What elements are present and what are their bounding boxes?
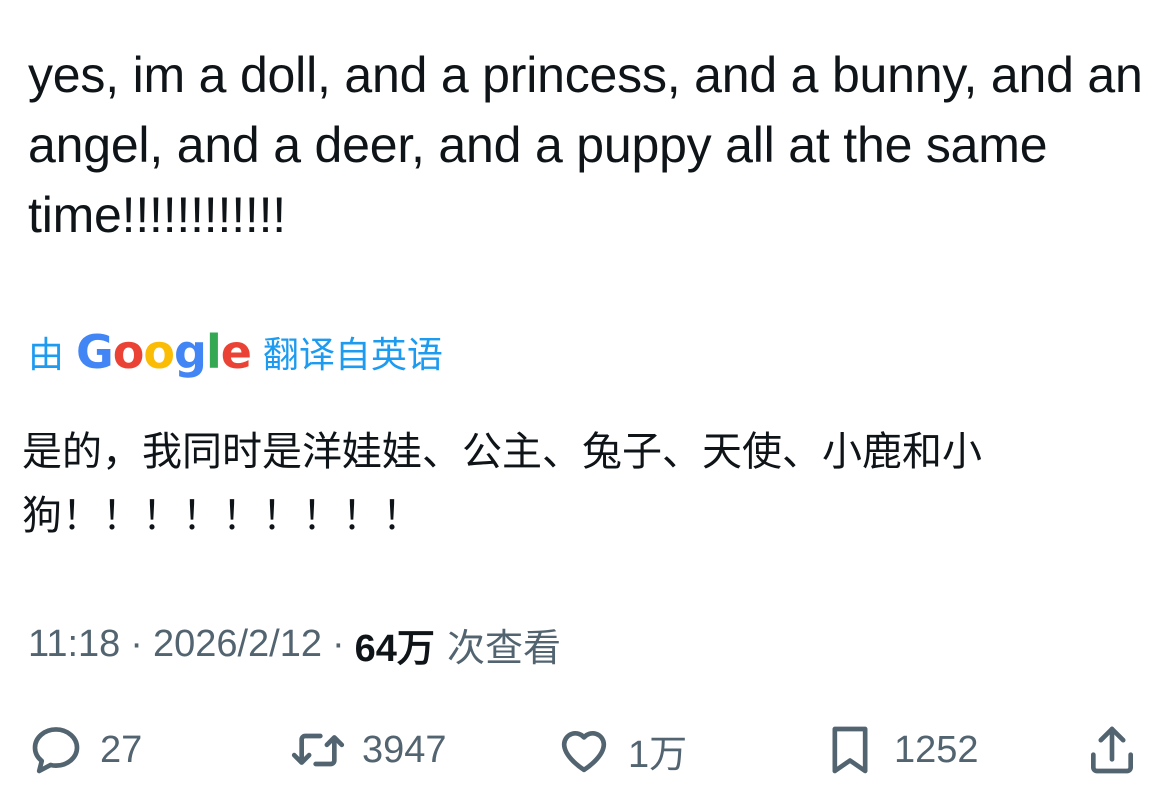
- retweet-button[interactable]: 3947: [290, 710, 447, 790]
- share-icon: [1091, 726, 1133, 774]
- like-count: 1万: [628, 733, 688, 776]
- share-button[interactable]: [1084, 710, 1140, 790]
- bookmark-button[interactable]: 1252: [822, 710, 979, 790]
- heart-icon: [561, 731, 607, 773]
- meta-separator: ·: [130, 622, 143, 665]
- retweet-icon: [291, 733, 345, 767]
- tweet-actions: 27 3947 1万 1252: [0, 710, 1170, 790]
- bookmark-count: 1252: [894, 728, 979, 771]
- translation-suffix: 翻译自英语: [262, 334, 443, 375]
- views-count[interactable]: 64万: [355, 617, 435, 672]
- google-logo-letter: l: [205, 325, 222, 379]
- translated-text: 是的，我同时是洋娃娃、公主、兔子、天使、小鹿和小狗！！！！！！！！！: [22, 429, 982, 539]
- translation-prefix: 由: [28, 334, 65, 375]
- views-label: 次查看: [446, 627, 561, 670]
- reply-icon: [32, 727, 80, 774]
- bookmark-icon: [832, 726, 868, 774]
- tweet-text: yes, im a doll, and a princess, and a bu…: [28, 47, 1143, 243]
- meta-separator: ·: [332, 622, 345, 665]
- google-logo-letter: e: [220, 325, 252, 379]
- google-logo-letter: G: [76, 325, 114, 379]
- retweet-count: 3947: [362, 728, 447, 771]
- tweet-date[interactable]: 2026/2/12: [153, 623, 322, 666]
- translation-attribution[interactable]: 由 Google 翻译自英语: [28, 322, 443, 382]
- reply-count: 27: [100, 728, 143, 771]
- like-button[interactable]: 1万: [556, 710, 687, 790]
- tweet-meta: 11:18 · 2026/2/12 · 64万 次查看: [28, 614, 561, 674]
- google-logo: Google: [76, 325, 252, 379]
- google-logo-letter: o: [112, 325, 145, 379]
- reply-button[interactable]: 27: [28, 710, 142, 790]
- google-logo-letter: o: [143, 325, 175, 379]
- tweet-time[interactable]: 11:18: [28, 623, 120, 666]
- google-logo-letter: g: [174, 325, 207, 379]
